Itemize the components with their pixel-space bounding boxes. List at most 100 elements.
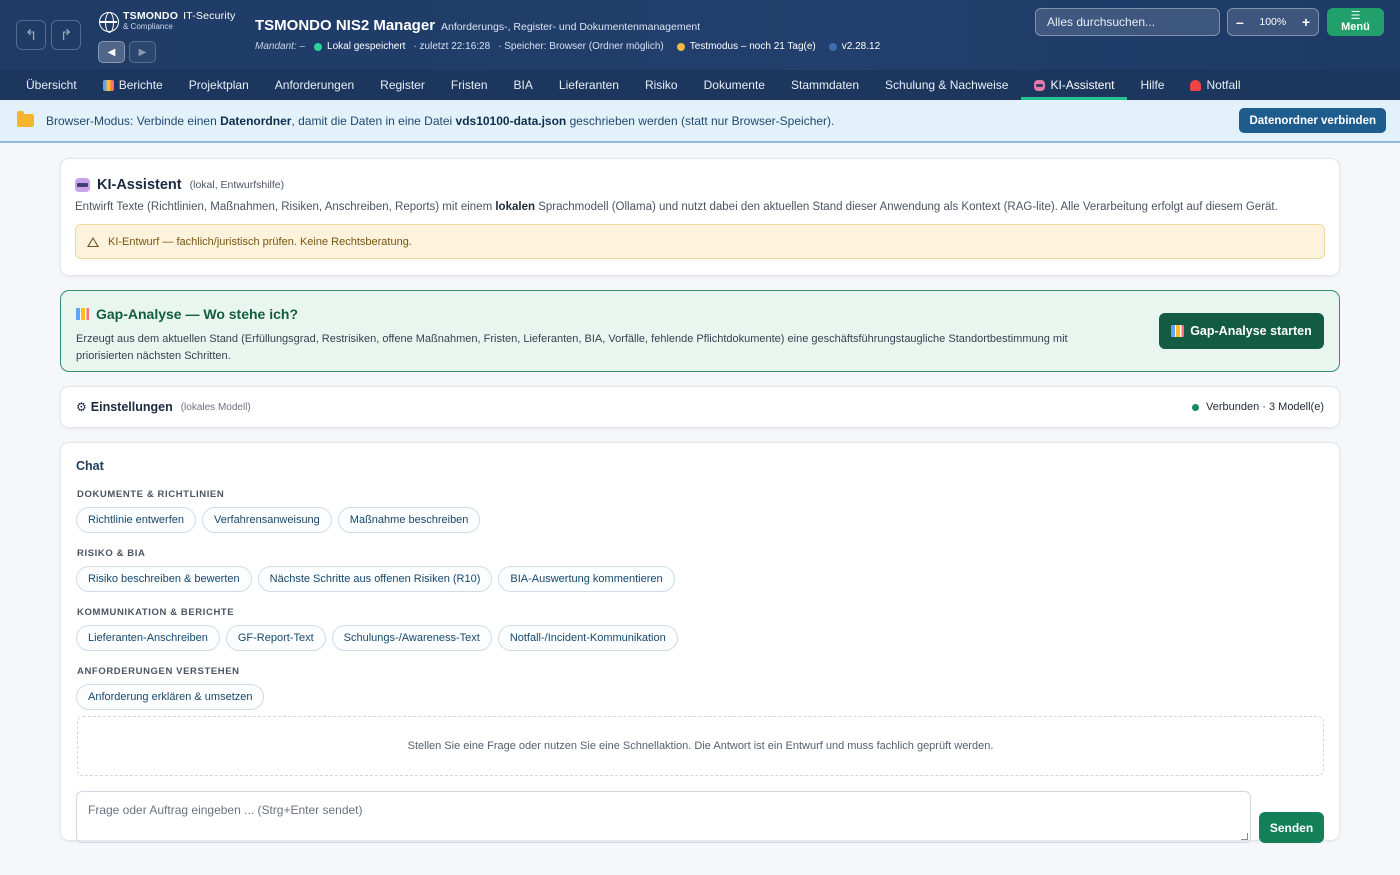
tab-risiko[interactable]: Risiko	[632, 70, 691, 100]
chip-gf-report[interactable]: GF-Report-Text	[225, 625, 326, 651]
ki-assistant-card: KI-Assistent (lokal, Entwurfshilfe) Entw…	[60, 158, 1340, 276]
send-button[interactable]: Senden	[1259, 812, 1324, 843]
gear-icon: ⚙	[76, 400, 87, 414]
mandant-label: Mandant: –	[255, 41, 306, 52]
start-gap-analysis-button[interactable]: Gap-Analyse starten	[1159, 313, 1324, 349]
group-label: ANFORDERUNGEN VERSTEHEN	[77, 666, 240, 677]
chip-bia[interactable]: BIA-Auswertung kommentieren	[498, 566, 675, 592]
test-mode: Testmodus – noch 21 Tag(e)	[689, 41, 816, 52]
menu-button[interactable]: ☰ Menü	[1327, 8, 1384, 36]
tab-schulung[interactable]: Schulung & Nachweise	[872, 70, 1021, 100]
last-saved: · zuletzt 22:16:28	[413, 41, 491, 52]
tab-bia[interactable]: BIA	[501, 70, 546, 100]
chip-notfall[interactable]: Notfall-/Incident-Kommunikation	[497, 625, 678, 651]
logo-tag: IT-Security	[183, 10, 236, 22]
tab-label: Hilfe	[1140, 78, 1165, 92]
app-subtitle: Anforderungs-, Register- und Dokumentenm…	[441, 21, 701, 33]
chat-input[interactable]: Frage oder Auftrag eingeben ... (Strg+En…	[76, 791, 1251, 843]
chart-icon	[76, 308, 89, 320]
tab-anforderungen[interactable]: Anforderungen	[262, 70, 367, 100]
redo-icon[interactable]: ↱	[51, 20, 81, 50]
report-icon	[102, 79, 114, 91]
chip-schulung[interactable]: Schulungs-/Awareness-Text	[331, 625, 492, 651]
connection-status: Verbunden · 3 Modell(e)	[1191, 401, 1324, 413]
chat-title: Chat	[76, 459, 104, 473]
chat-input-row: Frage oder Auftrag eingeben ... (Strg+En…	[76, 791, 1324, 843]
gap-card-title: Gap-Analyse — Wo stehe ich?	[76, 306, 1324, 322]
next-page-button[interactable]: ▶	[129, 41, 156, 63]
group-label: RISIKO & BIA	[77, 548, 146, 559]
tab-label: Risiko	[644, 78, 678, 92]
tab-label: Dokumente	[703, 78, 765, 92]
tab-label: Fristen	[450, 78, 488, 92]
logo-name: TSMONDO	[123, 10, 179, 22]
disclaimer-warning: KI-Entwurf — fachlich/juristisch prüfen.…	[75, 224, 1325, 259]
tab-label: Übersicht	[26, 78, 77, 92]
app-header: ↰ ↱ TSMONDO IT-Security & Compliance ◀ ▶ …	[0, 0, 1400, 70]
zoom-level: 100%	[1259, 16, 1287, 28]
tab-lieferanten[interactable]: Lieferanten	[546, 70, 632, 100]
robot-icon	[75, 178, 90, 192]
tab-uebersicht[interactable]: Übersicht	[13, 70, 90, 100]
title-block: TSMONDO NIS2 Manager Anforderungs-, Regis…	[255, 17, 880, 52]
ki-card-title: KI-Assistent (lokal, Entwurfshilfe)	[75, 177, 1325, 193]
main-content: KI-Assistent (lokal, Entwurfshilfe) Entw…	[0, 143, 1400, 843]
main-nav: Übersicht Berichte Projektplan Anforderu…	[0, 70, 1400, 100]
group-label: KOMMUNIKATION & BERICHTE	[77, 607, 235, 618]
status-row: Mandant: – Lokal gespeichert · zuletzt 2…	[255, 41, 880, 52]
quick-actions-documents: Richtlinie entwerfen Verfahrensanweisung…	[76, 507, 1324, 533]
group-label: DOKUMENTE & RICHTLINIEN	[77, 489, 225, 500]
storage-status: · Speicher: Browser (Ordner möglich)	[498, 41, 664, 52]
app-title: TSMONDO NIS2 Manager	[255, 17, 436, 34]
logo: TSMONDO IT-Security & Compliance	[99, 10, 236, 33]
quick-actions-requirements: Anforderung erklären & umsetzen	[76, 684, 1324, 710]
settings-title: ⚙ Einstellungen (lokales Modell)	[76, 400, 251, 414]
tab-fristen[interactable]: Fristen	[438, 70, 501, 100]
globe-icon	[99, 12, 119, 33]
chip-anforderung[interactable]: Anforderung erklären & umsetzen	[76, 684, 265, 710]
zoom-in-button[interactable]: +	[1302, 14, 1310, 30]
version: v2.28.12	[841, 41, 881, 52]
test-mode-dot	[676, 42, 685, 51]
tab-label: Stammdaten	[790, 78, 860, 92]
save-status: Lokal gespeichert	[327, 41, 406, 52]
tab-stammdaten[interactable]: Stammdaten	[778, 70, 872, 100]
tab-label: BIA	[513, 78, 533, 92]
tab-hilfe[interactable]: Hilfe	[1127, 70, 1177, 100]
warning-icon	[87, 236, 99, 247]
menu-label: Menü	[1341, 21, 1370, 33]
tab-notfall[interactable]: Notfall	[1177, 70, 1253, 100]
tab-label: Anforderungen	[274, 78, 355, 92]
folder-icon	[17, 111, 34, 127]
tab-ki-assistent[interactable]: KI-Assistent	[1021, 70, 1128, 100]
settings-panel[interactable]: ⚙ Einstellungen (lokales Modell) Verbund…	[60, 386, 1340, 428]
chip-massnahme[interactable]: Maßnahme beschreiben	[337, 507, 481, 533]
zoom-control: – 100% +	[1227, 8, 1319, 36]
global-search-input[interactable]: Alles durchsuchen...	[1035, 8, 1220, 36]
chip-risiko[interactable]: Risiko beschreiben & bewerten	[76, 566, 252, 592]
ki-card-description: Entwirft Texte (Richtlinien, Maßnahmen, …	[75, 201, 1278, 213]
zoom-out-button[interactable]: –	[1236, 14, 1244, 30]
tab-dokumente[interactable]: Dokumente	[691, 70, 778, 100]
tab-berichte[interactable]: Berichte	[90, 70, 176, 100]
chip-richtlinie[interactable]: Richtlinie entwerfen	[76, 507, 196, 533]
tab-label: Register	[380, 78, 425, 92]
tab-projektplan[interactable]: Projektplan	[176, 70, 262, 100]
connect-folder-button[interactable]: Datenordner verbinden	[1239, 108, 1386, 133]
saved-status-dot	[314, 42, 323, 51]
robot-icon	[1034, 79, 1046, 91]
status-dot	[1191, 403, 1199, 411]
chart-icon	[1171, 325, 1185, 337]
gap-analysis-card: Gap-Analyse — Wo stehe ich? Erzeugt aus …	[60, 290, 1340, 372]
undo-icon[interactable]: ↰	[16, 20, 46, 50]
chip-next-steps[interactable]: Nächste Schritte aus offenen Risiken (R1…	[257, 566, 493, 592]
alarm-icon	[1190, 79, 1202, 91]
version-dot	[828, 42, 837, 51]
tab-register[interactable]: Register	[367, 70, 438, 100]
chip-verfahrensanweisung[interactable]: Verfahrensanweisung	[202, 507, 332, 533]
quick-actions-risk: Risiko beschreiben & bewerten Nächste Sc…	[76, 566, 1324, 592]
chip-lieferanten[interactable]: Lieferanten-Anschreiben	[76, 625, 220, 651]
prev-page-button[interactable]: ◀	[98, 41, 125, 63]
tab-label: Schulung & Nachweise	[885, 78, 1009, 92]
tab-label: Berichte	[118, 78, 163, 92]
